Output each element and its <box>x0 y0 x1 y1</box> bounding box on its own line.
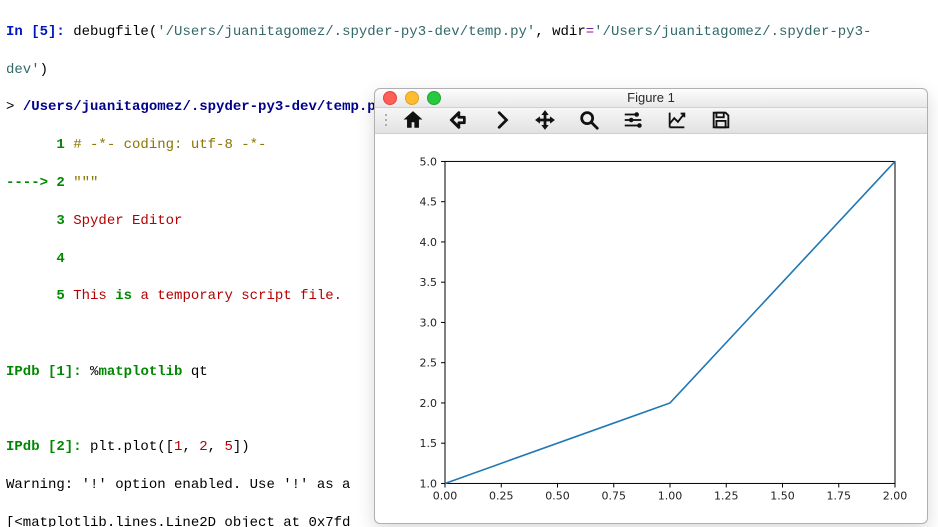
figure-toolbar <box>375 108 927 135</box>
svg-text:1.50: 1.50 <box>770 490 795 503</box>
svg-text:1.75: 1.75 <box>827 490 852 503</box>
forward-icon[interactable] <box>489 108 513 132</box>
svg-text:1.5: 1.5 <box>420 437 438 450</box>
svg-text:2.5: 2.5 <box>420 357 438 370</box>
window-titlebar[interactable]: Figure 1 <box>375 89 927 108</box>
svg-text:4.0: 4.0 <box>420 236 438 249</box>
window-controls <box>375 91 441 105</box>
pan-icon[interactable] <box>533 108 557 132</box>
zoom-window-icon[interactable] <box>427 91 441 105</box>
subplots-icon[interactable] <box>621 108 645 132</box>
svg-text:0.25: 0.25 <box>489 490 514 503</box>
plot-canvas[interactable]: 1.01.52.02.53.03.54.04.55.00.000.250.500… <box>375 134 927 523</box>
svg-text:2.0: 2.0 <box>420 397 438 410</box>
svg-text:5.0: 5.0 <box>420 156 438 169</box>
console-line: dev') <box>6 61 932 80</box>
svg-text:4.5: 4.5 <box>420 196 438 209</box>
svg-text:0.50: 0.50 <box>545 490 570 503</box>
home-icon[interactable] <box>401 108 425 132</box>
back-icon[interactable] <box>445 108 469 132</box>
svg-text:1.00: 1.00 <box>658 490 683 503</box>
save-icon[interactable] <box>709 108 733 132</box>
svg-text:3.0: 3.0 <box>420 317 438 330</box>
svg-text:2.00: 2.00 <box>883 490 908 503</box>
window-title: Figure 1 <box>375 89 927 107</box>
toolbar-grip <box>385 114 387 126</box>
figure-window[interactable]: Figure 1 <box>374 88 928 524</box>
axes-icon[interactable] <box>665 108 689 132</box>
svg-text:3.5: 3.5 <box>420 276 438 289</box>
console-line: In [5]: debugfile('/Users/juanitagomez/.… <box>6 23 932 42</box>
close-icon[interactable] <box>383 91 397 105</box>
svg-text:0.00: 0.00 <box>433 490 458 503</box>
svg-text:0.75: 0.75 <box>602 490 627 503</box>
line-chart: 1.01.52.02.53.03.54.04.55.00.000.250.500… <box>387 142 915 517</box>
svg-text:1.25: 1.25 <box>714 490 739 503</box>
zoom-icon[interactable] <box>577 108 601 132</box>
minimize-icon[interactable] <box>405 91 419 105</box>
